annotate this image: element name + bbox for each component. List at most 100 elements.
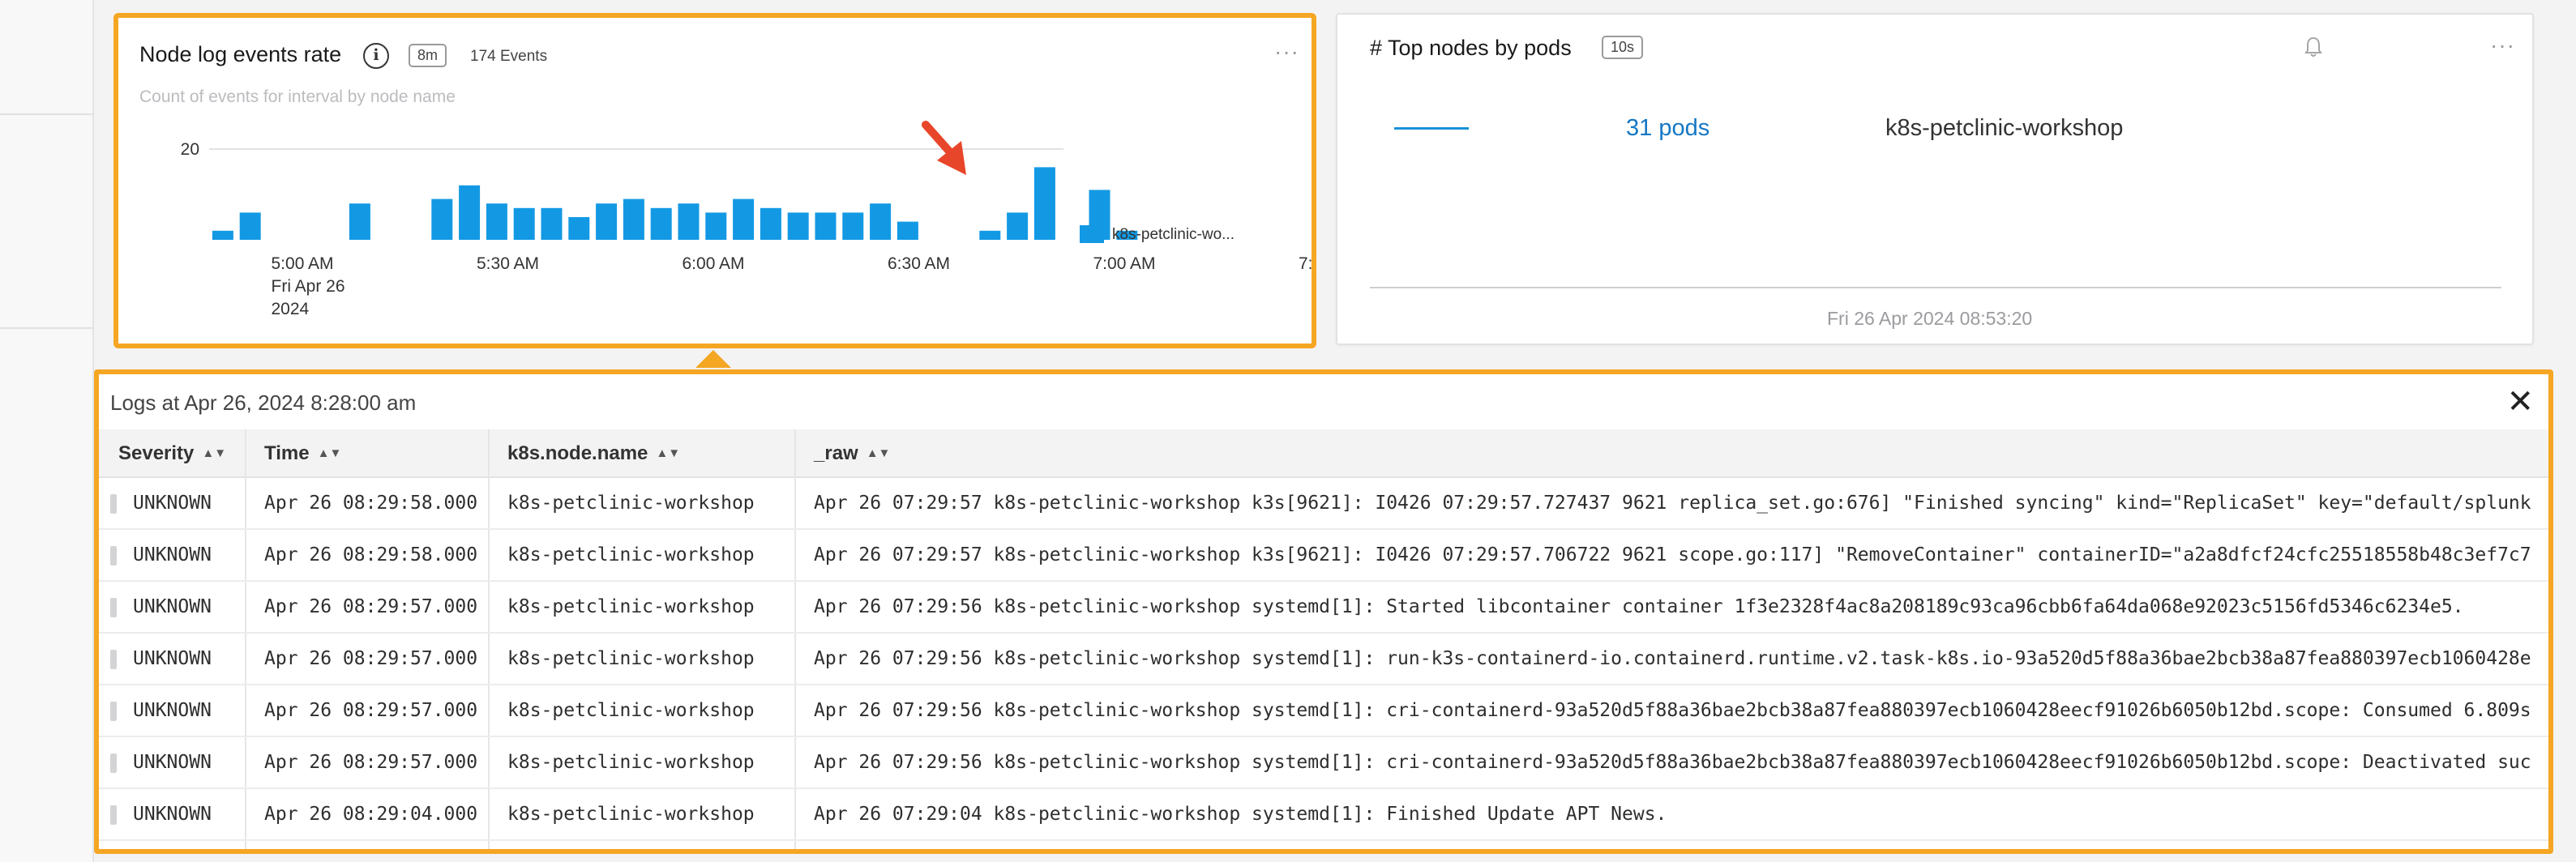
table-row[interactable]: UNKNOWN Apr 26 08:29:57.000 k8s-petclinic-… [99,685,2548,737]
y-tick-label: 20 [181,140,199,159]
raw-cell: Apr 26 07:29:56 k8s-petclinic-workshop s… [814,752,2531,773]
time-cell: Apr 26 08:29:57.000 [264,596,478,617]
severity-indicator [110,805,117,825]
left-sidebar [0,0,94,862]
table-row[interactable]: UNKNOWN Apr 26 08:29:04.000 k8s-petclinic-… [99,789,2548,841]
chart-bar[interactable] [760,207,781,240]
chart-bar[interactable] [541,207,563,240]
severity-cell: UNKNOWN [133,700,212,721]
more-options-icon[interactable]: ··· [2490,34,2515,57]
close-icon[interactable]: ✕ [2506,386,2534,418]
time-cell: Apr 26 08:29:04.000 [264,804,478,825]
bar-chart: 20 5:00 AM Fri Apr 26 2024 5:30 AM 6:00 AM 6:3… [181,121,1312,318]
legend-label: k8s-petclinic-wo... [1112,226,1235,243]
column-header-raw[interactable]: _raw ▲▼ [794,429,890,478]
column-header-severity[interactable]: Severity ▲▼ [99,429,226,478]
logs-panel: Logs at Apr 26, 2024 8:28:00 am ✕ Severi… [94,369,2553,854]
column-header-node[interactable]: k8s.node.name ▲▼ [488,429,680,478]
raw-cell: Apr 26 07:29:56 k8s-petclinic-workshop s… [814,648,2531,669]
table-row[interactable]: UNKNOWN Apr 26 08:29:57.000 k8s-petclinic-… [99,634,2548,685]
chart-bar[interactable] [349,203,370,240]
chart-bar[interactable] [650,207,672,240]
time-cell: Apr 26 08:29:58.000 [264,493,478,514]
raw-cell: Apr 26 07:29:57 k8s-petclinic-workshop k… [814,544,2531,565]
time-cell: Apr 26 08:29:57.000 [264,700,478,721]
node-cell: k8s-petclinic-workshop [507,804,755,825]
bell-icon[interactable] [2304,36,2323,58]
sort-icon[interactable]: ▲▼ [867,446,891,460]
chart-bar[interactable] [1033,167,1055,240]
chart-bar[interactable] [787,212,809,240]
severity-cell: UNKNOWN [133,804,212,825]
series-line-marker [1394,127,1469,130]
chart-bar[interactable] [459,185,481,240]
x-tick-sublabel: Fri Apr 26 [272,277,345,296]
severity-indicator [110,650,117,669]
x-tick-label: 5:00 AM [272,254,334,273]
chart-bar[interactable] [513,207,535,240]
node-cell: k8s-petclinic-workshop [507,493,755,514]
legend-swatch [1080,225,1104,243]
chart-bar[interactable] [596,203,618,240]
chart-bar[interactable] [1007,212,1029,240]
severity-indicator [110,753,117,773]
chart-bar[interactable] [815,212,837,240]
raw-cell: Apr 26 07:29:56 k8s-petclinic-workshop s… [814,700,2531,721]
chart-bar[interactable] [486,203,507,240]
severity-indicator [110,598,117,617]
node-cell: k8s-petclinic-workshop [507,700,755,721]
chart-bar[interactable] [239,212,261,240]
severity-indicator [110,546,117,565]
chart-bar[interactable] [568,217,590,240]
severity-indicator [110,702,117,721]
raw-cell: Apr 26 07:29:04 k8s-petclinic-workshop s… [814,804,1667,825]
chart-bar[interactable] [896,221,918,240]
pod-count-value[interactable]: 31 pods [1626,115,1709,142]
x-tick-label: 6:00 AM [683,254,745,273]
sidebar-divider [0,327,94,329]
time-axis [1370,287,2501,288]
node-name-label: k8s-petclinic-workshop [1885,115,2124,141]
node-cell: k8s-petclinic-workshop [507,648,755,669]
severity-cell: UNKNOWN [133,493,212,514]
severity-cell: UNKNOWN [133,648,212,669]
severity-cell: UNKNOWN [133,596,212,617]
sort-icon[interactable]: ▲▼ [656,446,680,460]
chart-bar[interactable] [623,198,644,240]
table-row[interactable]: UNKNOWN Apr 26 08:29:57.000 k8s-petclinic-… [99,737,2548,789]
node-cell: k8s-petclinic-workshop [507,544,755,565]
table-header: Severity ▲▼ Time ▲▼ k8s.node.name ▲▼ _raw ▲▼ [99,429,2548,478]
sort-icon[interactable]: ▲▼ [318,446,342,460]
time-cell: Apr 26 08:29:57.000 [264,752,478,773]
severity-cell: UNKNOWN [133,544,212,565]
sort-icon[interactable]: ▲▼ [202,446,226,460]
severity-indicator [110,494,117,514]
chart-bar[interactable] [431,198,453,240]
chart-bar[interactable] [733,198,755,240]
chart-bars [212,167,1138,240]
node-cell: k8s-petclinic-workshop [507,596,755,617]
chart-bar[interactable] [212,230,233,240]
severity-cell: UNKNOWN [133,752,212,773]
table-row[interactable]: UNKNOWN Apr 26 08:29:58.000 k8s-petclinic-… [99,530,2548,582]
sidebar-divider [0,113,94,115]
chart-bar[interactable] [705,212,727,240]
x-tick-sublabel: 2024 [272,300,310,318]
time-cell: Apr 26 08:29:58.000 [264,544,478,565]
node-log-events-rate-panel[interactable]: Node log events rate i 8m 174 Events ···… [113,13,1316,348]
chart-bar[interactable] [979,230,1001,240]
table-row[interactable]: UNKNOWN Apr 26 08:29:58.000 k8s-petclinic-… [99,478,2548,530]
chart-bar[interactable] [842,212,864,240]
x-tick-label: 5:30 AM [477,254,539,273]
panel-title: # Top nodes by pods [1370,36,1572,60]
logs-header: Logs at Apr 26, 2024 8:28:00 am [110,390,417,415]
column-header-time[interactable]: Time ▲▼ [245,429,341,478]
top-nodes-by-pods-panel[interactable] [1336,13,2534,345]
raw-cell: Apr 26 07:29:56 k8s-petclinic-workshop s… [814,596,2464,617]
table-row[interactable]: UNKNOWN Apr 26 08:29:57.000 k8s-petclinic-… [99,582,2548,634]
x-tick-label: 7:30 AM [1299,254,1312,273]
raw-cell: Apr 26 07:29:57 k8s-petclinic-workshop k… [814,493,2531,514]
timestamp-label: Fri 26 Apr 2024 08:53:20 [1827,308,2033,329]
chart-bar[interactable] [870,203,892,240]
chart-bar[interactable] [678,203,700,240]
